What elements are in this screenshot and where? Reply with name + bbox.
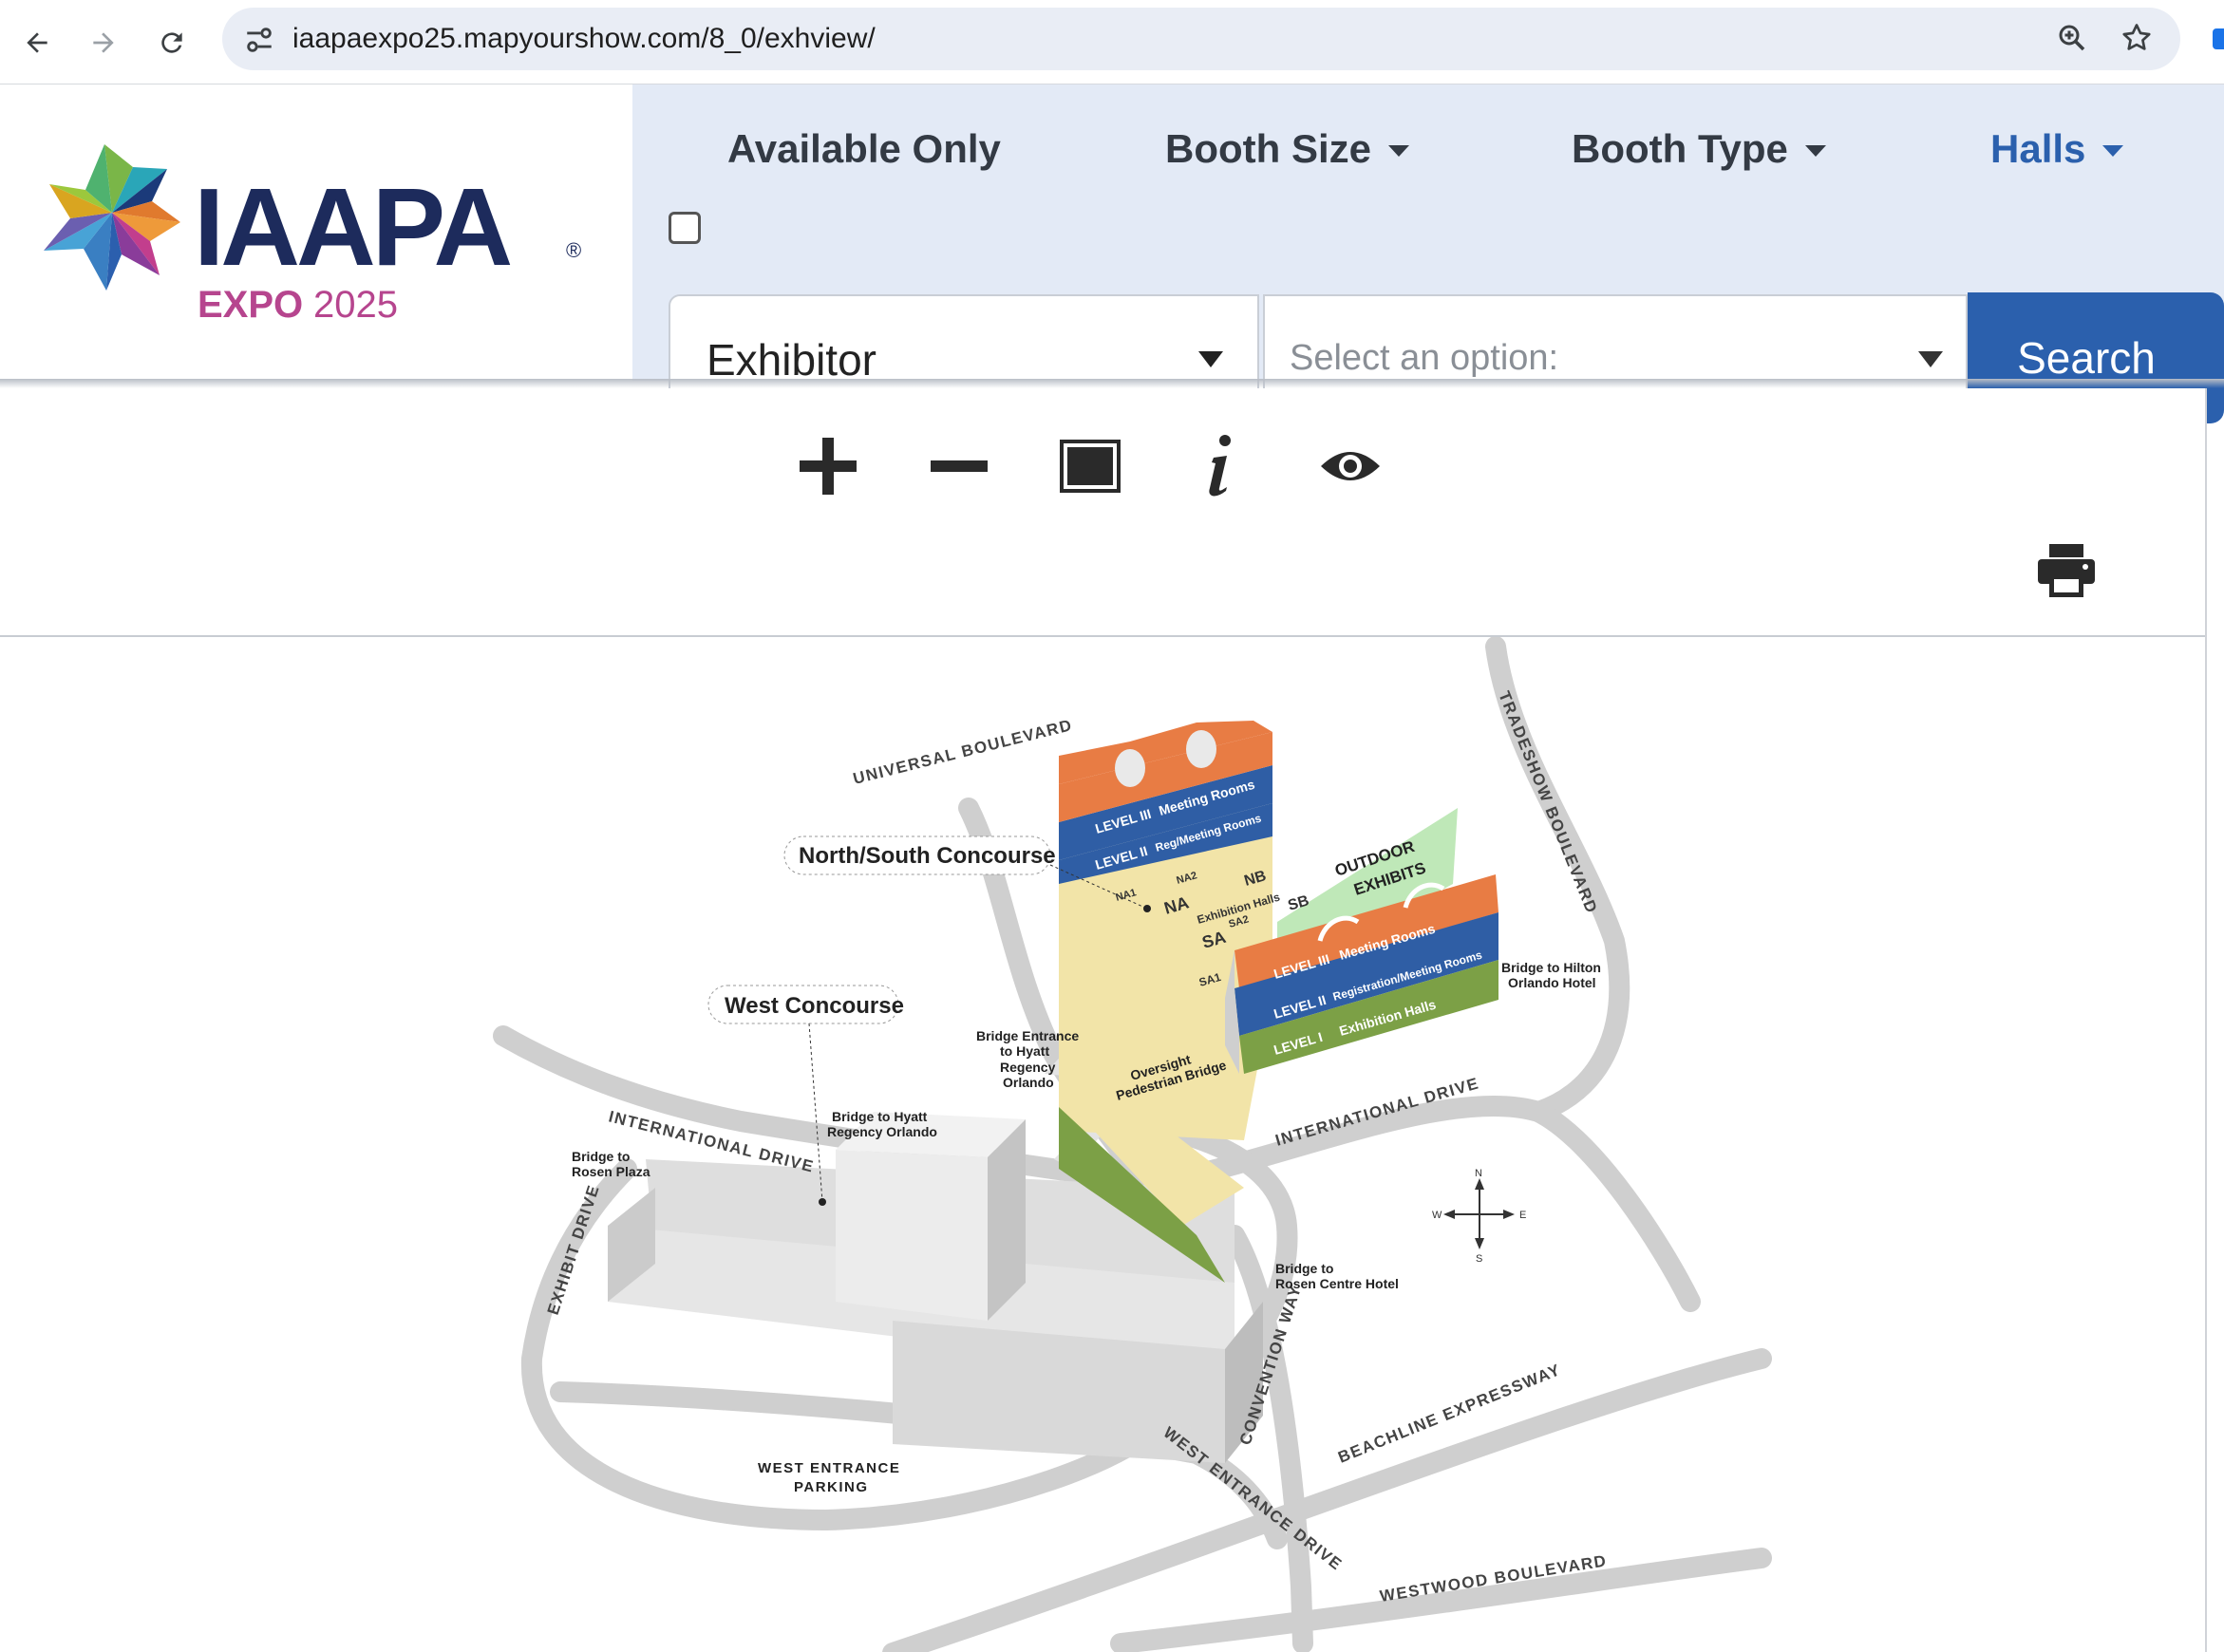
- west-concourse-label: West Concourse: [725, 993, 904, 1019]
- logo-expo: EXPO: [198, 284, 303, 326]
- chevron-down-icon: [1918, 351, 1943, 367]
- logo-wordmark: IAAPA: [194, 165, 511, 289]
- floorplan-viewer: UNIVERSAL BOULEVARD TRADESHOW BOULEVARD …: [0, 388, 2207, 1652]
- reload-icon[interactable]: [146, 17, 198, 68]
- url-text[interactable]: iaapaexpo25.mapyourshow.com/8_0/exhview/: [292, 23, 876, 55]
- bridge-rosen-plaza-label-1: Bridge to: [572, 1149, 630, 1164]
- chevron-down-icon: [2102, 145, 2124, 157]
- street-exhibit: EXHIBIT DRIVE: [544, 1182, 603, 1317]
- bridge-entrance-label-3: Regency: [1000, 1060, 1056, 1075]
- zoom-in-icon[interactable]: [790, 428, 866, 504]
- header-shadow: [0, 379, 2224, 388]
- compass-s: S: [1476, 1253, 1482, 1265]
- bridge-hyatt-label-2: Regency Orlando: [827, 1124, 937, 1139]
- halls-dropdown[interactable]: Halls: [1990, 126, 2124, 172]
- chevron-down-icon: [1198, 351, 1223, 367]
- bridge-hyatt-label-1: Bridge to Hyatt: [832, 1109, 928, 1124]
- available-only-checkbox[interactable]: [669, 212, 701, 244]
- booth-size-label: Booth Size: [1165, 126, 1371, 171]
- halls-label: Halls: [1990, 126, 2086, 171]
- bridge-rosen-centre-label-1: Bridge to: [1275, 1261, 1333, 1276]
- venue-map[interactable]: UNIVERSAL BOULEVARD TRADESHOW BOULEVARD …: [0, 637, 2205, 1652]
- compass-icon: N S E W: [1432, 1168, 1526, 1265]
- west-parking-label-1: WEST ENTRANCE: [758, 1460, 900, 1476]
- street-universal: UNIVERSAL BOULEVARD: [851, 716, 1074, 788]
- zoom-icon[interactable]: [2055, 21, 2089, 60]
- bridge-rosen-plaza-label-2: Rosen Plaza: [572, 1164, 650, 1179]
- address-bar[interactable]: iaapaexpo25.mapyourshow.com/8_0/exhview/: [222, 8, 2180, 70]
- available-only-label[interactable]: Available Only: [727, 126, 1001, 172]
- compass-n: N: [1475, 1168, 1482, 1179]
- site-info-icon[interactable]: [243, 24, 275, 61]
- chevron-down-icon: [1388, 145, 1409, 157]
- bookmark-star-icon[interactable]: [2120, 21, 2154, 60]
- compass-w: W: [1432, 1210, 1442, 1221]
- option-placeholder: Select an option:: [1290, 338, 1559, 378]
- booth-type-dropdown[interactable]: Booth Type: [1572, 126, 1826, 172]
- forward-arrow-icon[interactable]: [78, 17, 129, 68]
- bridge-hilton-label-1: Bridge to Hilton: [1501, 960, 1601, 975]
- ns-concourse-label: North/South Concourse: [799, 843, 1056, 869]
- bridge-entrance-label-4: Orlando: [1003, 1075, 1054, 1090]
- booth-size-dropdown[interactable]: Booth Size: [1165, 126, 1409, 172]
- westwood-boulevard: [1110, 1548, 1772, 1652]
- logo-year: 2025: [313, 284, 398, 326]
- info-icon[interactable]: [1181, 428, 1257, 504]
- compass-e: E: [1519, 1210, 1526, 1221]
- bridge-entrance-label-2: to Hyatt: [1000, 1043, 1049, 1059]
- print-icon[interactable]: [2036, 542, 2102, 605]
- logo-registered: ®: [566, 238, 581, 262]
- street-tradeshow: TRADESHOW BOULEVARD: [1495, 688, 1601, 916]
- back-arrow-icon[interactable]: [11, 17, 63, 68]
- fit-screen-icon[interactable]: [1052, 428, 1128, 504]
- logo-panel: IAAPA ® EXPO 2025: [0, 84, 632, 381]
- bridge-entrance-label-1: Bridge Entrance: [976, 1028, 1079, 1043]
- browser-toolbar: iaapaexpo25.mapyourshow.com/8_0/exhview/: [0, 0, 2224, 84]
- booth-type-label: Booth Type: [1572, 126, 1788, 171]
- zoom-out-icon[interactable]: [921, 428, 997, 504]
- chevron-down-icon: [1804, 145, 1826, 157]
- bridge-hilton-label-2: Orlando Hotel: [1508, 975, 1596, 990]
- extension-icon[interactable]: [2213, 28, 2224, 49]
- search-field-value: Exhibitor: [707, 335, 876, 385]
- visibility-icon[interactable]: [1312, 428, 1388, 504]
- west-parking-label-2: PARKING: [794, 1479, 869, 1495]
- bridge-rosen-centre-label-2: Rosen Centre Hotel: [1275, 1276, 1399, 1291]
- iaapa-expo-logo[interactable]: IAAPA ® EXPO 2025: [36, 141, 606, 350]
- site-header: IAAPA ® EXPO 2025 Available Only Booth S…: [0, 84, 2224, 423]
